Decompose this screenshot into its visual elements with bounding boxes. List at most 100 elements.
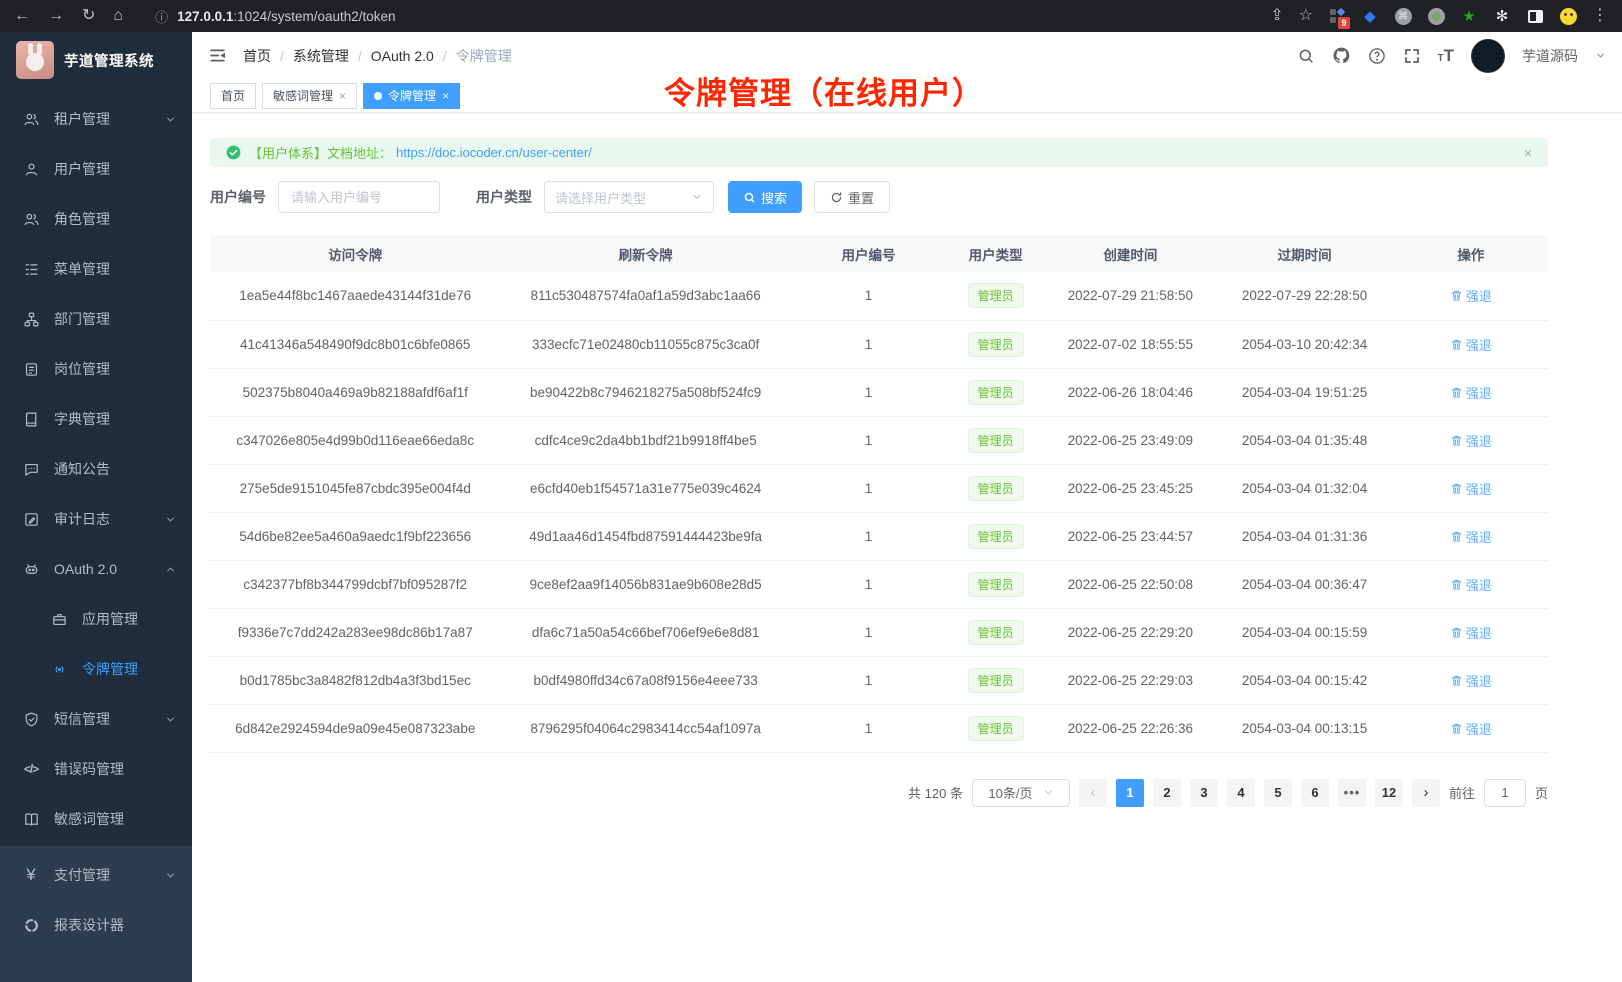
- breadcrumb-item[interactable]: 首页: [243, 46, 271, 66]
- table-row: f9336e7c7dd242a283ee98dc86b17a87dfa6c71a…: [210, 608, 1548, 656]
- username: 芋道源码: [1522, 46, 1578, 66]
- page-button-6[interactable]: 6: [1301, 779, 1329, 807]
- force-logout-button[interactable]: 强退: [1450, 671, 1492, 690]
- emoji-extension-icon[interactable]: [1559, 7, 1577, 25]
- user-type-select[interactable]: 请选择用户类型: [544, 181, 714, 213]
- page-button-3[interactable]: 3: [1190, 779, 1218, 807]
- sidebar-menu: 租户管理用户管理角色管理菜单管理部门管理岗位管理字典管理通知公告审计日志OAut…: [0, 88, 192, 982]
- user-menu-caret-icon[interactable]: [1595, 50, 1606, 61]
- sidebar-item-令牌管理[interactable]: 令牌管理: [0, 644, 192, 694]
- search-icon[interactable]: [1297, 47, 1315, 65]
- side-panel-icon[interactable]: [1526, 7, 1544, 25]
- force-logout-button[interactable]: 强退: [1450, 527, 1492, 546]
- force-logout-button[interactable]: 强退: [1450, 479, 1492, 498]
- tab-首页[interactable]: 首页: [210, 83, 256, 109]
- browser-home-icon[interactable]: ⌂: [113, 8, 123, 24]
- bookmark-star-icon[interactable]: ☆: [1299, 8, 1313, 24]
- help-icon[interactable]: [1368, 47, 1386, 65]
- sidebar-item-角色管理[interactable]: 角色管理: [0, 194, 192, 244]
- page-size-select[interactable]: 10条/页: [972, 779, 1070, 807]
- sidebar-item-错误码管理[interactable]: </>错误码管理: [0, 744, 192, 794]
- sidebar-item-部门管理[interactable]: 部门管理: [0, 294, 192, 344]
- more-pages-button[interactable]: •••: [1338, 779, 1366, 807]
- user-avatar[interactable]: [1471, 39, 1505, 73]
- alert-doc-link[interactable]: https://doc.iocoder.cn/user-center/: [396, 145, 592, 160]
- page-button-4[interactable]: 4: [1227, 779, 1255, 807]
- browser-reload-icon[interactable]: ↻: [82, 8, 95, 24]
- sidebar-item-岗位管理[interactable]: 岗位管理: [0, 344, 192, 394]
- table-header-row: 访问令牌刷新令牌用户编号用户类型创建时间过期时间操作: [210, 235, 1548, 272]
- user-type-badge: 管理员: [968, 572, 1024, 597]
- sidebar-item-通知公告[interactable]: 通知公告: [0, 444, 192, 494]
- collapse-menu-icon[interactable]: [208, 46, 227, 65]
- tab-令牌管理[interactable]: 令牌管理×: [363, 83, 460, 109]
- goto-page-input[interactable]: [1484, 779, 1526, 807]
- alert-close-icon[interactable]: ×: [1524, 145, 1532, 161]
- recorder-extension-icon[interactable]: [1427, 7, 1445, 25]
- chevron-up-icon: [165, 564, 176, 575]
- page-button-12[interactable]: 12: [1375, 779, 1403, 807]
- sidebar-item-字典管理[interactable]: 字典管理: [0, 394, 192, 444]
- create-time-cell: 2022-06-25 22:50:08: [1045, 560, 1215, 608]
- page-button-1[interactable]: 1: [1116, 779, 1144, 807]
- close-tab-icon[interactable]: ×: [442, 89, 449, 103]
- github-icon[interactable]: [1332, 46, 1351, 65]
- sidebar-item-租户管理[interactable]: 租户管理: [0, 94, 192, 144]
- user-id-cell: 1: [791, 272, 946, 320]
- browser-back-icon[interactable]: ←: [14, 8, 30, 24]
- force-logout-button[interactable]: 强退: [1450, 719, 1492, 738]
- create-time-cell: 2022-07-02 18:55:55: [1045, 320, 1215, 368]
- address-bar[interactable]: ⓘ 127.0.0.1:1024/system/oauth2/token: [155, 7, 1252, 26]
- force-logout-button[interactable]: 强退: [1450, 383, 1492, 402]
- page-info-icon[interactable]: ⓘ: [155, 7, 168, 26]
- command-extension-icon[interactable]: ⌘: [1394, 7, 1412, 25]
- app-logo[interactable]: 芋道管理系统: [0, 32, 192, 88]
- browser-forward-icon[interactable]: →: [48, 8, 64, 24]
- sidebar-item-敏感词管理[interactable]: 敏感词管理: [0, 794, 192, 844]
- page-button-2[interactable]: 2: [1153, 779, 1181, 807]
- next-page-button[interactable]: ›: [1412, 779, 1440, 807]
- chevron-down-icon: [165, 714, 176, 725]
- prev-page-button[interactable]: ‹: [1079, 779, 1107, 807]
- table-row: 41c41346a548490f9dc8b01c6bfe0865333ecfc7…: [210, 320, 1548, 368]
- search-button[interactable]: 搜索: [728, 181, 802, 213]
- extension-grid-icon[interactable]: 9: [1328, 7, 1346, 25]
- table-row: 502375b8040a469a9b82188afdf6af1fbe90422b…: [210, 368, 1548, 416]
- force-logout-button[interactable]: 强退: [1450, 575, 1492, 594]
- puzzle-extension-icon[interactable]: ✻: [1493, 7, 1511, 25]
- tab-敏感词管理[interactable]: 敏感词管理×: [262, 83, 357, 109]
- filter-row: 用户编号 用户类型 请选择用户类型 搜索 重置: [210, 181, 1548, 213]
- dict-icon: [22, 411, 40, 428]
- breadcrumb-separator: /: [443, 48, 447, 64]
- gem-extension-icon[interactable]: ◆: [1361, 7, 1379, 25]
- font-size-icon[interactable]: TT: [1438, 47, 1455, 64]
- force-logout-button[interactable]: 强退: [1450, 431, 1492, 450]
- expire-time-cell: 2054-03-04 01:32:04: [1215, 464, 1393, 512]
- annotation-text: 令牌管理（在线用户）: [664, 68, 984, 113]
- sidebar-item-菜单管理[interactable]: 菜单管理: [0, 244, 192, 294]
- sidebar-item-审计日志[interactable]: 审计日志: [0, 494, 192, 544]
- sidebar-item-OAuth 2.0[interactable]: OAuth 2.0: [0, 544, 192, 594]
- close-tab-icon[interactable]: ×: [339, 89, 346, 103]
- force-logout-button[interactable]: 强退: [1450, 335, 1492, 354]
- user-type-badge: 管理员: [968, 524, 1024, 549]
- table-row: 275e5de9151045fe87cbdc395e004f4de6cfd40e…: [210, 464, 1548, 512]
- force-logout-button[interactable]: 强退: [1450, 286, 1492, 305]
- sidebar-item-支付管理[interactable]: ¥支付管理: [0, 850, 192, 900]
- user-id-input[interactable]: [278, 181, 440, 213]
- access-token-cell: 1ea5e44f8bc1467aaede43144f31de76: [210, 272, 500, 320]
- fullscreen-icon[interactable]: [1403, 47, 1421, 65]
- sidebar-item-应用管理[interactable]: 应用管理: [0, 594, 192, 644]
- page-button-5[interactable]: 5: [1264, 779, 1292, 807]
- user-id-label: 用户编号: [210, 187, 266, 207]
- reset-button[interactable]: 重置: [814, 181, 890, 213]
- breadcrumb-item[interactable]: 系统管理: [293, 46, 349, 66]
- sidebar-item-短信管理[interactable]: 短信管理: [0, 694, 192, 744]
- breadcrumb-item[interactable]: OAuth 2.0: [371, 48, 434, 64]
- share-icon[interactable]: ⇪: [1270, 8, 1283, 24]
- sidebar-item-用户管理[interactable]: 用户管理: [0, 144, 192, 194]
- force-logout-button[interactable]: 强退: [1450, 623, 1492, 642]
- sidebar-item-报表设计器[interactable]: 报表设计器: [0, 900, 192, 950]
- browser-menu-icon[interactable]: ⋮: [1592, 8, 1608, 24]
- star-extension-icon[interactable]: ★: [1460, 7, 1478, 25]
